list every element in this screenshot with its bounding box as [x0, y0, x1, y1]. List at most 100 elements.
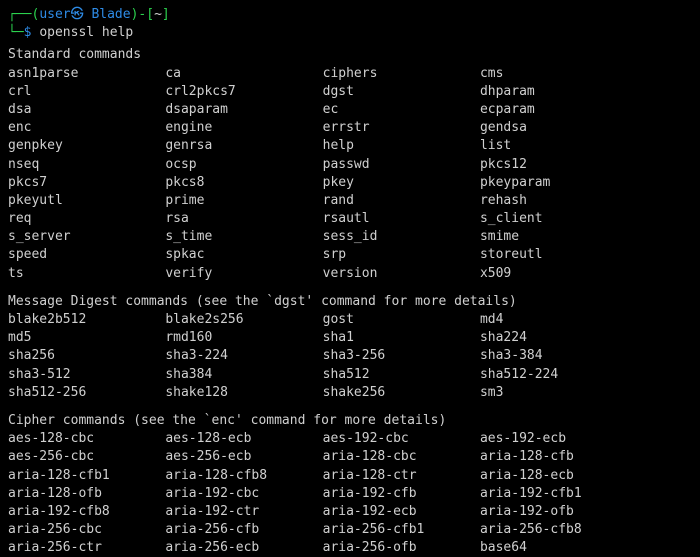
prompt-cwd: ~	[154, 7, 162, 22]
standard-cell: pkcs12	[480, 156, 692, 174]
standard-cell: s_time	[165, 228, 322, 246]
standard-cell: genrsa	[165, 137, 322, 155]
cipher-commands-table: aes-128-cbcaes-128-ecbaes-192-cbcaes-192…	[8, 430, 692, 557]
standard-cell: ca	[165, 65, 322, 83]
table-row: aria-256-ctraria-256-ecbaria-256-ofbbase…	[8, 539, 692, 557]
digest-cell: sha256	[8, 347, 165, 365]
standard-cell: crl2pkcs7	[165, 83, 322, 101]
digest-cell: md4	[480, 311, 692, 329]
standard-cell: help	[323, 137, 480, 155]
standard-cell: pkeyparam	[480, 174, 692, 192]
table-row: speedspkacsrpstoreutl	[8, 246, 692, 264]
cipher-cell: aria-192-ofb	[480, 503, 692, 521]
digest-cell: sha3-384	[480, 347, 692, 365]
digest-cell: sha512	[323, 366, 480, 384]
table-row: sha512-256shake128shake256sm3	[8, 384, 692, 402]
cipher-cell: aes-192-ecb	[480, 430, 692, 448]
cipher-cell: aria-256-cfb8	[480, 521, 692, 539]
cipher-cell: aria-128-cfb	[480, 448, 692, 466]
prompt-user: user㉿ Blade	[39, 7, 130, 22]
standard-cell: sess_id	[323, 228, 480, 246]
standard-cell: rsa	[165, 210, 322, 228]
standard-cell: ocsp	[165, 156, 322, 174]
prompt-open: ┌──(	[8, 7, 39, 22]
table-row: genpkeygenrsahelplist	[8, 137, 692, 155]
standard-cell: rand	[323, 192, 480, 210]
standard-cell: gendsa	[480, 119, 692, 137]
digest-cell: sha1	[323, 329, 480, 347]
standard-cell: dsa	[8, 101, 165, 119]
table-row: crlcrl2pkcs7dgstdhparam	[8, 83, 692, 101]
standard-cell: pkcs8	[165, 174, 322, 192]
digest-cell: rmd160	[165, 329, 322, 347]
standard-cell: cms	[480, 65, 692, 83]
cipher-cell: aria-192-ctr	[165, 503, 322, 521]
table-row: aria-192-cfb8aria-192-ctraria-192-ecbari…	[8, 503, 692, 521]
cipher-cell: aria-128-ofb	[8, 485, 165, 503]
standard-cell: asn1parse	[8, 65, 165, 83]
digest-cell: sha384	[165, 366, 322, 384]
digest-cell: shake128	[165, 384, 322, 402]
standard-cell: enc	[8, 119, 165, 137]
table-row: aes-256-cbcaes-256-ecbaria-128-cbcaria-1…	[8, 448, 692, 466]
standard-cell: req	[8, 210, 165, 228]
prompt-line-2[interactable]: └─$ openssl help	[8, 24, 692, 42]
table-row: blake2b512blake2s256gostmd4	[8, 311, 692, 329]
cipher-cell: aria-256-cfb	[165, 521, 322, 539]
standard-cell: pkcs7	[8, 174, 165, 192]
cipher-cell: aria-128-ctr	[323, 467, 480, 485]
cipher-cell: aria-256-ofb	[323, 539, 480, 557]
heading-digest-commands: Message Digest commands (see the `dgst' …	[8, 293, 692, 311]
standard-cell: crl	[8, 83, 165, 101]
cipher-cell: aria-256-cbc	[8, 521, 165, 539]
table-row: asn1parsecacipherscms	[8, 65, 692, 83]
standard-cell: s_server	[8, 228, 165, 246]
digest-commands-table: blake2b512blake2s256gostmd4md5rmd160sha1…	[8, 311, 692, 402]
table-row: sha256sha3-224sha3-256sha3-384	[8, 347, 692, 365]
heading-standard-commands: Standard commands	[8, 46, 692, 64]
table-row: sha3-512sha384sha512sha512-224	[8, 366, 692, 384]
cipher-cell: aria-192-ecb	[323, 503, 480, 521]
standard-cell: verify	[165, 265, 322, 283]
standard-cell: dsaparam	[165, 101, 322, 119]
cipher-cell: aria-128-cfb8	[165, 467, 322, 485]
cipher-cell: aria-192-cfb8	[8, 503, 165, 521]
digest-cell: sha512-256	[8, 384, 165, 402]
cipher-cell: aria-192-cbc	[165, 485, 322, 503]
cipher-cell: aria-256-cfb1	[323, 521, 480, 539]
standard-cell: dgst	[323, 83, 480, 101]
standard-cell: list	[480, 137, 692, 155]
digest-cell: sha3-224	[165, 347, 322, 365]
standard-cell: x509	[480, 265, 692, 283]
table-row: aria-256-cbcaria-256-cfbaria-256-cfb1ari…	[8, 521, 692, 539]
digest-cell: blake2b512	[8, 311, 165, 329]
cipher-cell: aria-192-cfb	[323, 485, 480, 503]
digest-cell: gost	[323, 311, 480, 329]
standard-cell: pkey	[323, 174, 480, 192]
standard-cell: version	[323, 265, 480, 283]
standard-cell: rsautl	[323, 210, 480, 228]
digest-cell: sha3-256	[323, 347, 480, 365]
table-row: s_servers_timesess_idsmime	[8, 228, 692, 246]
standard-cell: spkac	[165, 246, 322, 264]
table-row: reqrsarsautls_client	[8, 210, 692, 228]
prompt-close-paren: )-[	[131, 7, 154, 22]
digest-cell: sha3-512	[8, 366, 165, 384]
standard-cell: ecparam	[480, 101, 692, 119]
standard-cell: errstr	[323, 119, 480, 137]
table-row: pkeyutlprimerandrehash	[8, 192, 692, 210]
table-row: pkcs7pkcs8pkeypkeyparam	[8, 174, 692, 192]
standard-cell: ciphers	[323, 65, 480, 83]
table-row: nseqocsppasswdpkcs12	[8, 156, 692, 174]
standard-cell: passwd	[323, 156, 480, 174]
table-row: aria-128-ofbaria-192-cbcaria-192-cfbaria…	[8, 485, 692, 503]
cipher-cell: aria-256-ctr	[8, 539, 165, 557]
cipher-cell: aes-256-cbc	[8, 448, 165, 466]
standard-cell: ec	[323, 101, 480, 119]
cipher-cell: base64	[480, 539, 692, 557]
cipher-cell: aria-128-cbc	[323, 448, 480, 466]
standard-cell: genpkey	[8, 137, 165, 155]
heading-cipher-commands: Cipher commands (see the `enc' command f…	[8, 412, 692, 430]
prompt-close-bracket: ]	[162, 7, 170, 22]
cipher-cell: aes-192-cbc	[323, 430, 480, 448]
